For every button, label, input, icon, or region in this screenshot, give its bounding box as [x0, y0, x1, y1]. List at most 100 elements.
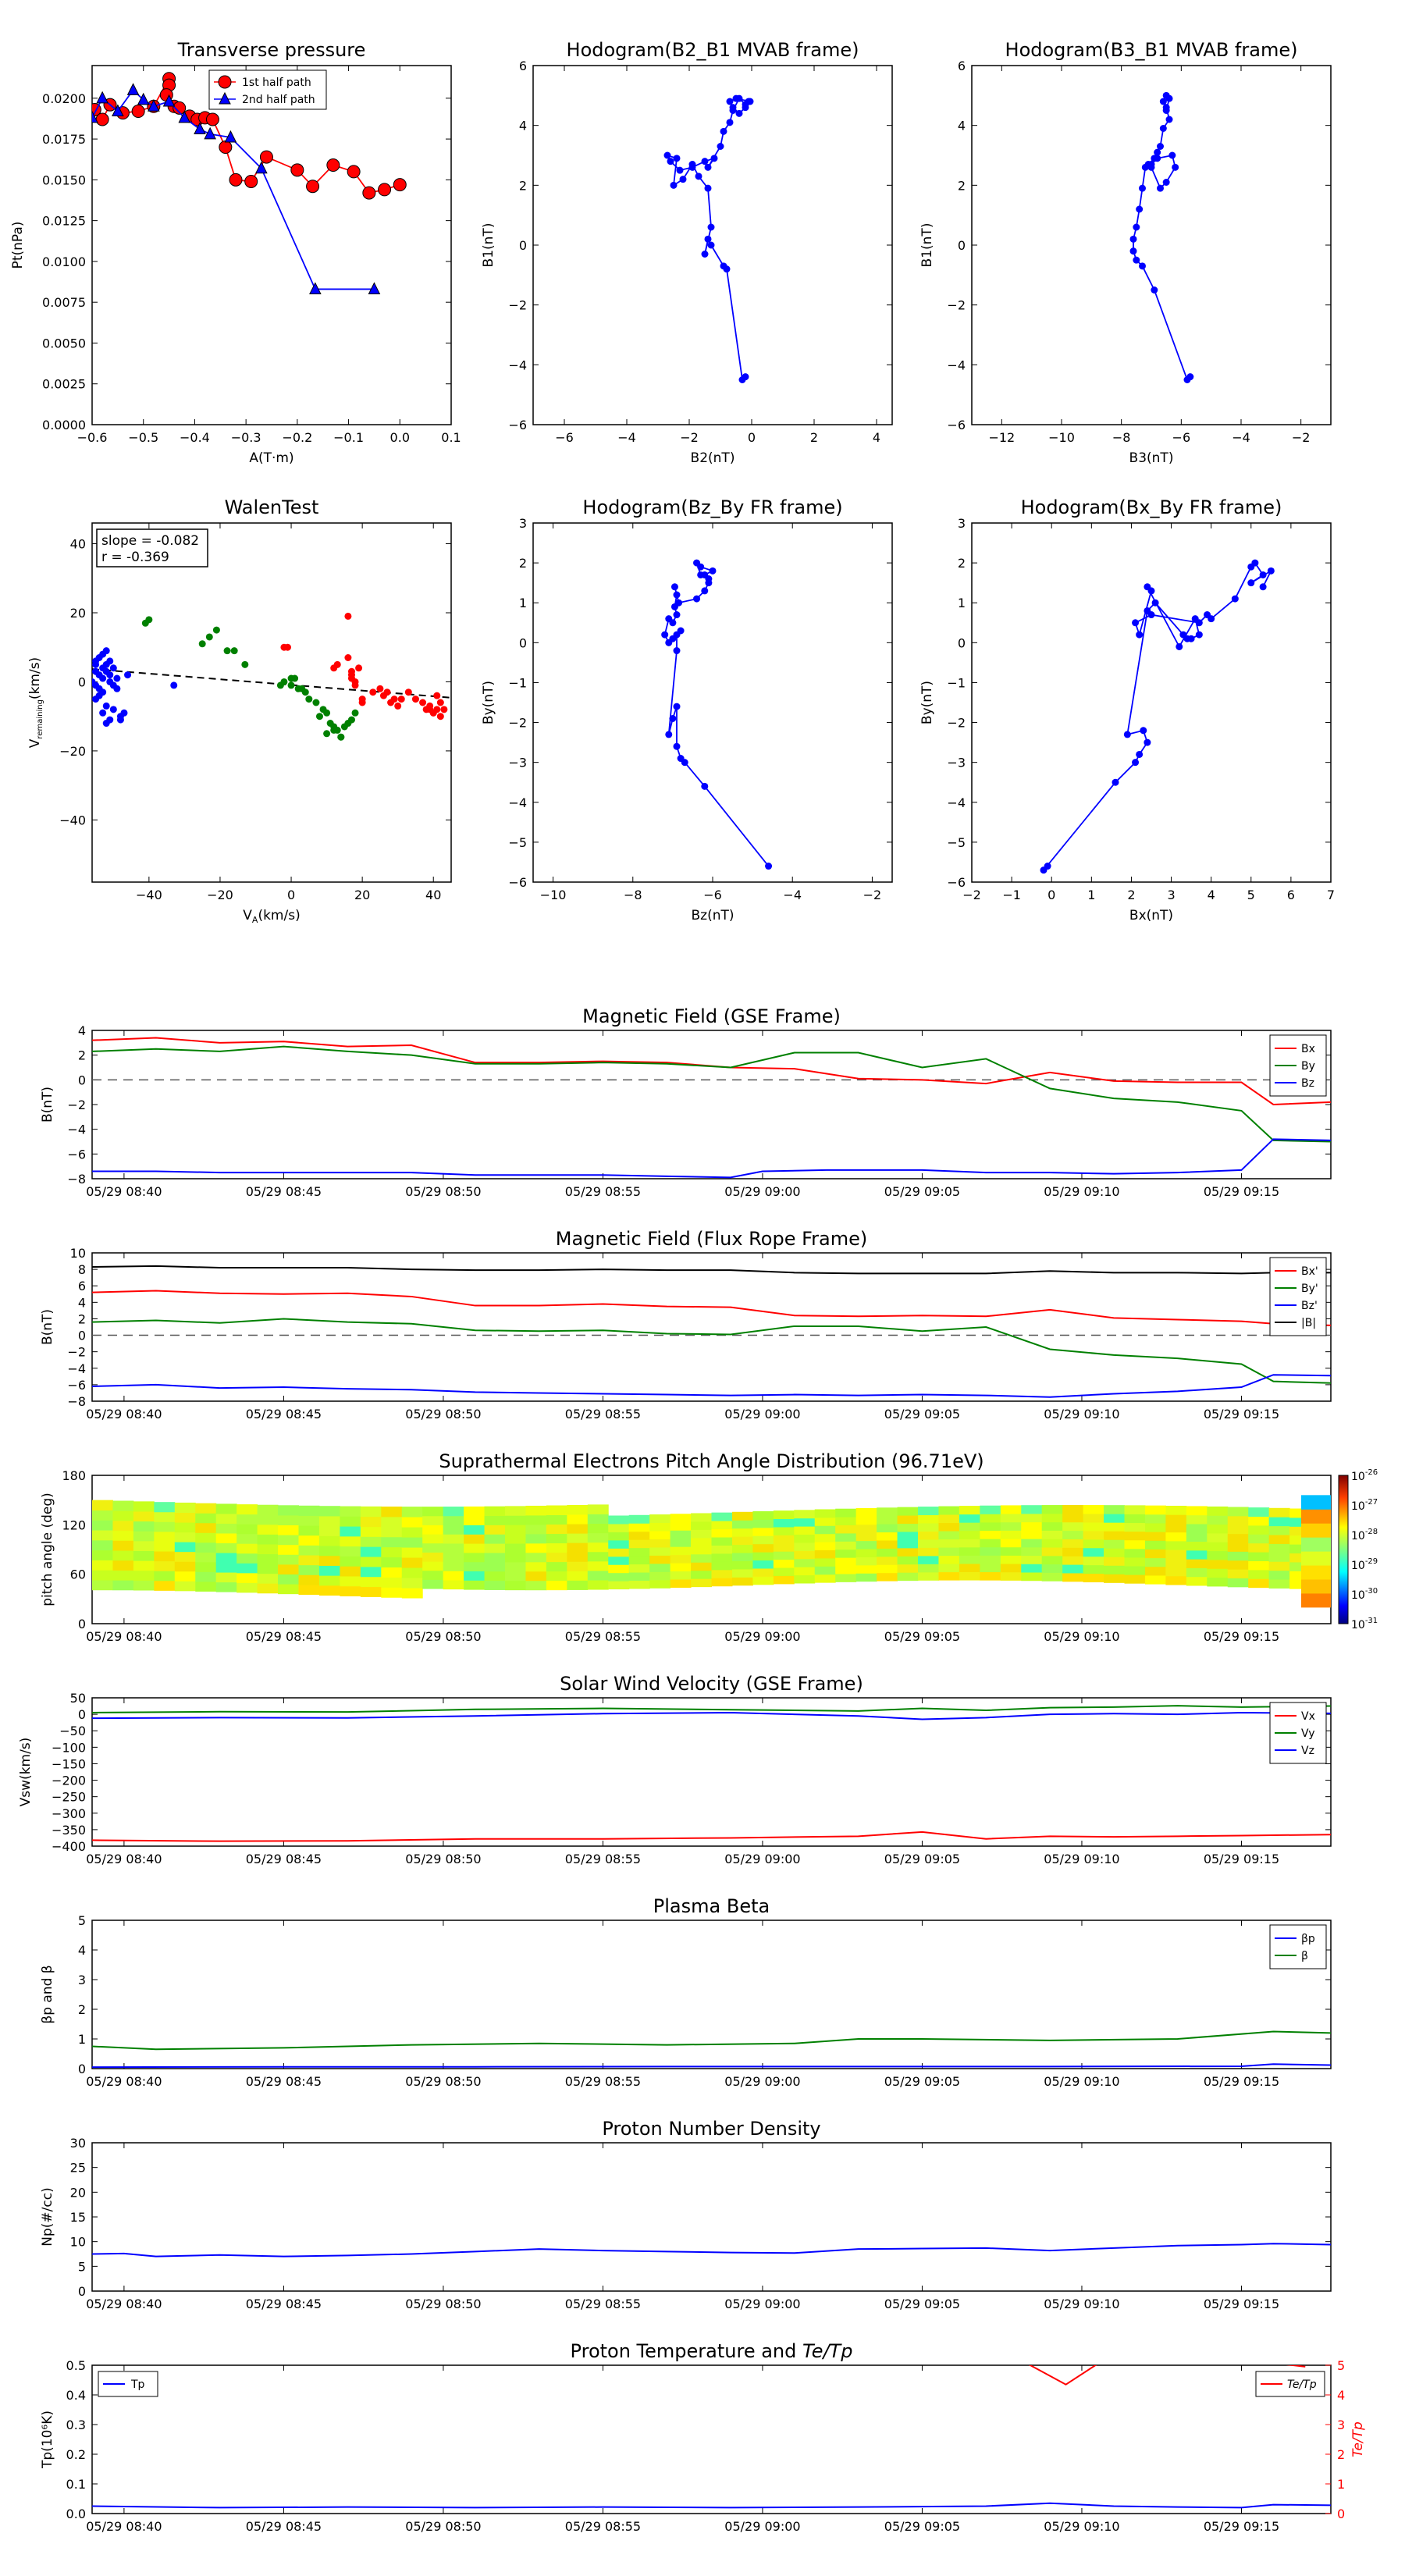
- heatmap-cell: [649, 1539, 671, 1548]
- y-tick-label: 2: [78, 1048, 86, 1063]
- heatmap-cell: [133, 1510, 155, 1522]
- heatmap-cell: [794, 1517, 816, 1527]
- heatmap-cell: [112, 1560, 134, 1571]
- y-tick-label: 0: [519, 635, 527, 650]
- y-axis-label-sub: remaining: [36, 699, 44, 739]
- y-tick-label: 0.0000: [42, 418, 86, 432]
- x-tick-label: 05/29 08:55: [565, 2519, 641, 2534]
- heatmap-cell: [92, 1530, 113, 1541]
- heatmap-cell: [298, 1564, 320, 1575]
- y-tick-label: −2: [508, 298, 527, 313]
- heatmap-cell: [1165, 1575, 1187, 1585]
- heatmap-cell: [1041, 1539, 1063, 1548]
- x-tick-label: 1: [1087, 888, 1095, 902]
- heatmap-cell: [711, 1512, 733, 1521]
- y-tick-label: −4: [67, 1361, 86, 1376]
- x-tick-label: −0.2: [282, 430, 312, 445]
- y-tick-label: −4: [508, 358, 527, 372]
- heatmap-cell: [1041, 1530, 1063, 1539]
- chart-title: Transverse pressure: [177, 39, 366, 61]
- data-point: [376, 685, 384, 692]
- heatmap-cell: [154, 1531, 176, 1542]
- heatmap-cell: [1000, 1521, 1022, 1531]
- data-point: [436, 699, 444, 706]
- legend-label: By': [1301, 1283, 1318, 1295]
- y-tick-label: 120: [62, 1517, 86, 1532]
- heatmap-cell: [608, 1556, 630, 1565]
- heatmap-cell: [1186, 1506, 1208, 1516]
- heatmap-cell: [752, 1560, 774, 1569]
- heatmap-cell: [1248, 1534, 1270, 1544]
- heatmap-cell: [1268, 1543, 1290, 1553]
- heatmap-cell: [711, 1528, 733, 1538]
- data-point: [394, 702, 402, 710]
- y-tick-label: 180: [62, 1468, 86, 1483]
- x-tick-label: 05/29 08:45: [246, 1852, 322, 1866]
- heatmap-cell: [484, 1534, 506, 1544]
- x-tick-label: 05/29 09:00: [724, 1852, 800, 1866]
- x-tick-label: 05/29 08:40: [86, 1852, 162, 1866]
- heatmap-cell: [877, 1548, 898, 1557]
- heatmap-cell: [959, 1563, 980, 1573]
- heatmap-cell: [278, 1544, 299, 1555]
- heatmap-cell: [1000, 1546, 1022, 1556]
- heatmap-cell: [92, 1500, 113, 1510]
- data-point: [746, 98, 754, 105]
- heatmap-cell: [670, 1538, 692, 1547]
- legend-label: Tp: [130, 2379, 145, 2391]
- heatmap-cell: [257, 1514, 279, 1525]
- data-point: [726, 119, 734, 126]
- heatmap-cell: [215, 1582, 237, 1592]
- heatmap-cell: [505, 1561, 526, 1572]
- colorbar-base: 10: [1351, 1560, 1365, 1572]
- heatmap-cell: [505, 1571, 526, 1582]
- heatmap-cell: [938, 1571, 960, 1581]
- heatmap-cell: [794, 1510, 816, 1519]
- heatmap-cell: [525, 1580, 547, 1591]
- heatmap-cell: [752, 1552, 774, 1561]
- heatmap-cell: [835, 1517, 857, 1526]
- y-axis-label: βp and β: [40, 1965, 55, 2023]
- data-point: [765, 863, 773, 870]
- x-tick-label: 05/29 08:40: [86, 1407, 162, 1421]
- data-point: [344, 654, 352, 661]
- y-axis-label: By(nT): [919, 681, 935, 724]
- x-tick-label: 05/29 08:50: [405, 2519, 481, 2534]
- heatmap-cell: [278, 1535, 299, 1546]
- data-point: [170, 681, 178, 689]
- heatmap-cell: [505, 1580, 526, 1591]
- legend-label: Vx: [1301, 1710, 1315, 1723]
- data-point: [677, 755, 685, 763]
- y-axis-label: Vremaining(km/s): [27, 657, 44, 748]
- x-tick-label: −4: [783, 888, 802, 902]
- heatmap-cell: [1248, 1516, 1270, 1526]
- heatmap-cell: [1083, 1513, 1104, 1523]
- data-point: [287, 674, 295, 682]
- legend-label: Bz: [1301, 1077, 1314, 1090]
- chart-title: Hodogram(B3_B1 MVAB frame): [1005, 39, 1298, 61]
- plot-frame: [91, 1030, 1332, 1179]
- heatmap-cell: [1227, 1542, 1249, 1552]
- heatmap-cell: [318, 1585, 340, 1596]
- y-axis-label: Np(#/cc): [40, 2187, 55, 2246]
- heatmap-cell: [195, 1513, 217, 1524]
- data-point: [113, 674, 121, 682]
- y-tick-label: −2: [947, 298, 966, 313]
- heatmap-cell: [1186, 1567, 1208, 1578]
- heatmap-cell: [1248, 1560, 1270, 1571]
- data-point: [673, 155, 681, 162]
- data-point: [1112, 778, 1119, 786]
- data-point: [283, 643, 291, 651]
- heatmap-cell: [649, 1530, 671, 1539]
- heatmap-cell: [877, 1539, 898, 1549]
- heatmap-cell: [340, 1585, 361, 1596]
- colorbar-tick-label: 10-28: [1351, 1528, 1378, 1542]
- heatmap-cell: [938, 1506, 960, 1515]
- heatmap-cell: [752, 1567, 774, 1577]
- data-point: [673, 591, 681, 599]
- heatmap-cell: [1124, 1548, 1146, 1558]
- panel-title: Proton Temperature and Te/Tp: [571, 2340, 853, 2362]
- heatmap-cell: [92, 1560, 113, 1571]
- data-point: [1154, 148, 1161, 156]
- heatmap-cell: [814, 1566, 836, 1575]
